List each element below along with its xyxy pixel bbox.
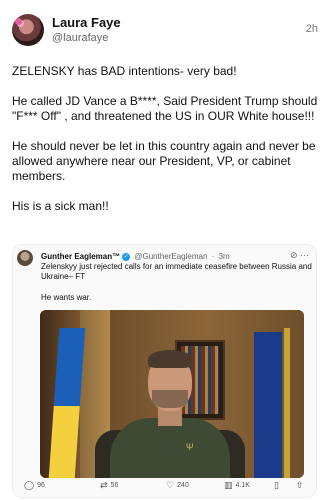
like-count: 240 (177, 482, 189, 489)
quoted-separator: · (211, 252, 215, 261)
repost-button[interactable]: ⇄ 56 (100, 480, 118, 491)
views-count: 4.1K (235, 482, 250, 489)
quoted-post[interactable]: Gunther Eagleman™ ✓ @GuntherEagleman · 3m… (12, 244, 317, 498)
views-button[interactable]: ▥ 4.1K (224, 480, 250, 491)
post-timestamp[interactable]: 2h (306, 23, 318, 35)
reply-button[interactable]: ◯ 96 (24, 480, 45, 491)
author-handle[interactable]: @laurafaye (52, 32, 108, 44)
repost-count: 56 (110, 482, 119, 489)
grok-icon[interactable]: ⊘ (290, 250, 298, 260)
post-card: Laura Faye @laurafaye 2h ZELENSKY has BA… (0, 0, 330, 500)
reply-count: 96 (37, 482, 45, 489)
flower-icon (15, 18, 22, 25)
action-bar: ◯ 96 ⇄ 56 ♡ 240 ▥ 4.1K ▯ ⇧ (24, 480, 308, 494)
trident-emblem-icon: Ψ (186, 442, 194, 452)
author-name[interactable]: Laura Faye (52, 15, 121, 30)
quoted-text-secondary: He wants war. (41, 293, 92, 302)
reply-icon: ◯ (24, 480, 35, 490)
post-paragraph: He should never be let in this country a… (12, 139, 316, 183)
share-button[interactable]: ⇧ (296, 480, 304, 491)
views-icon: ▥ (224, 480, 233, 490)
more-options-icon[interactable]: ··· (300, 250, 309, 260)
post-paragraph: He called JD Vance a B****, Said Preside… (12, 94, 318, 123)
bookmark-button[interactable]: ▯ (274, 480, 279, 491)
quoted-author-line: Gunther Eagleman™ ✓ @GuntherEagleman · 3m (41, 252, 230, 261)
like-button[interactable]: ♡ 240 (166, 480, 189, 491)
share-icon: ⇧ (296, 480, 304, 490)
person-beard (152, 390, 188, 408)
repost-icon: ⇄ (100, 480, 108, 490)
quoted-age[interactable]: 3m (219, 252, 230, 261)
bookmark-icon: ▯ (274, 480, 279, 490)
person-hair (148, 350, 192, 368)
quoted-author-name[interactable]: Gunther Eagleman™ (41, 252, 120, 261)
quoted-text: Zelenskyy just rejected calls for an imm… (41, 262, 312, 281)
presidential-flag (254, 332, 282, 478)
post-body: ZELENSKY has BAD intentions- very bad! H… (12, 64, 318, 229)
verified-badge-icon: ✓ (122, 252, 131, 261)
quoted-author-handle[interactable]: @GuntherEagleman (134, 252, 207, 261)
heart-icon: ♡ (166, 480, 175, 490)
post-paragraph: His is a sick man!! (12, 199, 109, 213)
post-paragraph: ZELENSKY has BAD intentions- very bad! (12, 64, 237, 78)
flag-fringe (284, 328, 290, 478)
person-shirt (110, 418, 230, 478)
post-header: Laura Faye @laurafaye 2h (12, 14, 318, 50)
avatar[interactable] (12, 14, 44, 46)
quoted-media-image[interactable]: Ψ (40, 310, 304, 478)
quoted-avatar[interactable] (17, 250, 33, 266)
quoted-icons: ⊘ ··· (290, 250, 309, 261)
